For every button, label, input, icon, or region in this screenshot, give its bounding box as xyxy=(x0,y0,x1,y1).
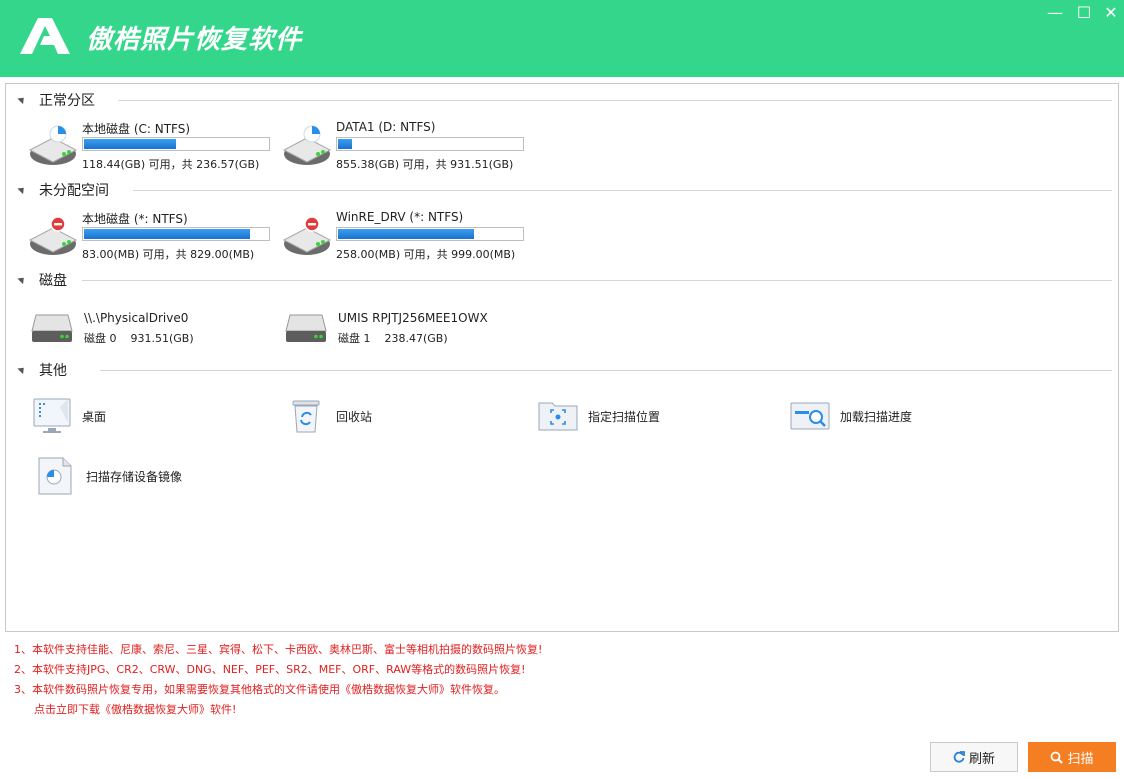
disk-info: 磁盘 1 238.47(GB) xyxy=(338,330,462,346)
note-line: 2、本软件支持JPG、CR2、CRW、DNG、NEF、PEF、SR2、MEF、O… xyxy=(14,663,526,676)
disk-image-icon xyxy=(38,457,72,495)
collapse-arrow-icon[interactable] xyxy=(17,364,27,375)
refresh-label: 刷新 xyxy=(968,751,995,767)
hard-drive-icon xyxy=(28,125,78,165)
section-unallocated[interactable]: 未分配空间 xyxy=(17,179,1112,200)
note-line: 1、本软件支持佳能、尼康、索尼、三星、宾得、松下、卡西欧、奥林巴斯、富士等相机拍… xyxy=(14,643,543,656)
disk-1[interactable]: UMIS RPJTJ256MEE1OWX 磁盘 1 238.47(GB) xyxy=(284,309,524,349)
notes: 1、本软件支持佳能、尼康、索尼、三星、宾得、松下、卡西欧、奥林巴斯、富士等相机拍… xyxy=(14,640,542,720)
other-load-progress[interactable]: 加载扫描进度 xyxy=(790,397,1010,437)
divider xyxy=(133,190,1112,191)
partition-d[interactable]: DATA1 (D: NTFS) 855.38(GB) 可用，共 931.51(G… xyxy=(282,120,532,172)
usage-bar xyxy=(82,227,270,241)
other-label: 加载扫描进度 xyxy=(840,410,913,424)
section-normal-partitions[interactable]: 正常分区 xyxy=(17,89,1112,110)
other-label: 扫描存储设备镜像 xyxy=(86,470,183,484)
section-title: 正常分区 xyxy=(39,90,103,110)
divider xyxy=(82,280,1112,281)
section-title: 其他 xyxy=(39,360,75,380)
partition-unallocated-1[interactable]: 本地磁盘 (*: NTFS) 83.00(MB) 可用，共 829.00(MB) xyxy=(28,210,278,262)
partition-info: 855.38(GB) 可用，共 931.51(GB) xyxy=(336,158,514,171)
hard-drive-error-icon xyxy=(28,216,78,255)
usage-bar-fill xyxy=(84,229,250,239)
disk-icon xyxy=(31,314,73,342)
partition-info: 118.44(GB) 可用，共 236.57(GB) xyxy=(82,158,260,171)
partition-name: WinRE_DRV (*: NTFS) xyxy=(336,210,464,224)
other-label: 回收站 xyxy=(336,410,373,424)
section-other[interactable]: 其他 xyxy=(17,359,1112,380)
partition-info: 83.00(MB) 可用，共 829.00(MB) xyxy=(82,248,255,261)
disk-icon xyxy=(285,314,327,342)
usage-bar xyxy=(336,227,524,241)
partition-name: 本地磁盘 (*: NTFS) xyxy=(82,212,188,226)
section-title: 未分配空间 xyxy=(39,180,117,200)
other-recycle-bin[interactable]: 回收站 xyxy=(286,397,506,437)
refresh-icon xyxy=(953,751,965,763)
folder-scan-icon xyxy=(538,402,578,431)
other-desktop[interactable]: 桌面 xyxy=(32,397,252,437)
usage-bar-fill xyxy=(338,139,352,149)
partition-name: DATA1 (D: NTFS) xyxy=(336,120,436,134)
partition-name: 本地磁盘 (C: NTFS) xyxy=(82,122,191,136)
disk-info: 磁盘 0 931.51(GB) xyxy=(84,330,208,346)
other-label: 桌面 xyxy=(82,410,107,424)
disk-name: UMIS RPJTJ256MEE1OWX xyxy=(338,311,488,325)
partition-unallocated-2[interactable]: WinRE_DRV (*: NTFS) 258.00(MB) 可用，共 999.… xyxy=(282,210,532,262)
usage-bar xyxy=(336,137,524,151)
search-icon xyxy=(1051,751,1064,764)
partition-info: 258.00(MB) 可用，共 999.00(MB) xyxy=(336,248,516,261)
other-scan-image[interactable]: 扫描存储设备镜像 xyxy=(36,457,256,497)
close-button[interactable]: ✕ xyxy=(1100,4,1122,22)
disk-label: 磁盘 0 xyxy=(84,332,117,345)
usage-bar xyxy=(82,137,270,151)
device-panel: 正常分区 本地磁盘 (C: NTFS) 118.44(GB) 可用，共 236.… xyxy=(5,83,1119,632)
maximize-button[interactable]: ☐ xyxy=(1073,4,1095,22)
collapse-arrow-icon[interactable] xyxy=(17,274,27,285)
hard-drive-error-icon xyxy=(282,216,332,255)
partition-c[interactable]: 本地磁盘 (C: NTFS) 118.44(GB) 可用，共 236.57(GB… xyxy=(28,120,278,172)
download-link[interactable]: 点击立即下载《傲梏数据恢复大师》软件! xyxy=(14,700,542,720)
title-bar: 傲梏照片恢复软件 — ☐ ✕ xyxy=(0,0,1124,77)
refresh-button[interactable]: 刷新 xyxy=(930,742,1018,772)
minimize-button[interactable]: — xyxy=(1044,4,1066,22)
scan-button[interactable]: 扫描 xyxy=(1028,742,1116,772)
collapse-arrow-icon[interactable] xyxy=(17,184,27,195)
load-progress-icon xyxy=(790,402,830,430)
disk-label: 磁盘 1 xyxy=(338,332,371,345)
disk-size: 238.47(GB) xyxy=(384,332,448,345)
other-label: 指定扫描位置 xyxy=(588,410,661,424)
collapse-arrow-icon[interactable] xyxy=(17,94,27,105)
usage-bar-fill xyxy=(338,229,474,239)
app-logo-icon xyxy=(20,18,70,54)
usage-bar-fill xyxy=(84,139,176,149)
disk-0[interactable]: \\.\PhysicalDrive0 磁盘 0 931.51(GB) xyxy=(30,309,270,349)
note-line: 3、本软件数码照片恢复专用，如果需要恢复其他格式的文件请使用《傲梏数据恢复大师》… xyxy=(14,683,505,696)
app-title: 傲梏照片恢复软件 xyxy=(86,25,303,55)
divider xyxy=(100,370,1112,371)
disk-size: 931.51(GB) xyxy=(130,332,194,345)
disk-name: \\.\PhysicalDrive0 xyxy=(84,311,189,325)
scan-label: 扫描 xyxy=(1067,751,1094,767)
section-disks[interactable]: 磁盘 xyxy=(17,269,1112,290)
divider xyxy=(118,100,1112,101)
hard-drive-icon xyxy=(282,125,332,165)
section-title: 磁盘 xyxy=(39,270,75,290)
other-scan-location[interactable]: 指定扫描位置 xyxy=(538,397,758,437)
desktop-icon xyxy=(33,398,71,433)
recycle-bin-icon xyxy=(292,400,320,433)
